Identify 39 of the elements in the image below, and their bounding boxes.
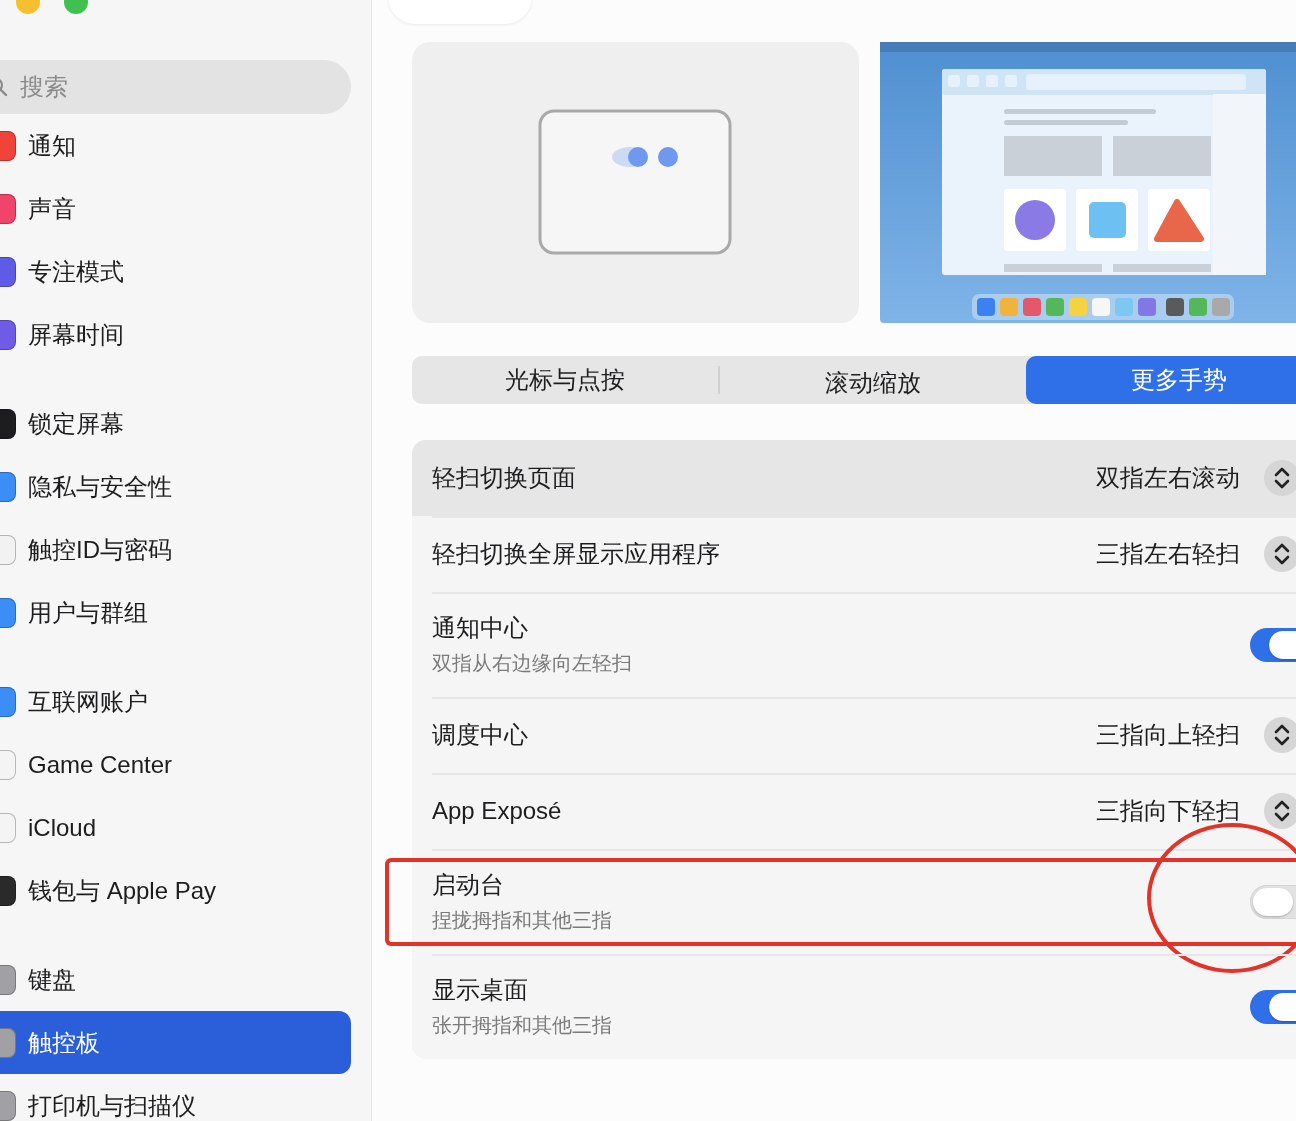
toggle-switch[interactable] xyxy=(1250,884,1296,919)
sidebar-item[interactable]: 专注模式 xyxy=(0,240,351,303)
chevron-up-down-icon xyxy=(1264,717,1296,753)
sidebar-item[interactable]: Game Center xyxy=(0,733,351,796)
sidebar-item[interactable]: 打印机与扫描仪 xyxy=(0,1074,351,1121)
setting-label: 轻扫切换全屏显示应用程序 xyxy=(432,539,720,569)
sidebar-item[interactable]: 触控ID与密码 xyxy=(0,518,351,581)
setting-label: 显示桌面 xyxy=(432,975,529,1005)
setting-description: 双指从右边缘向左轻扫 xyxy=(432,651,632,676)
gesture-select[interactable]: 双指左右滚动 xyxy=(1096,460,1296,496)
setting-description: 捏拢拇指和其他三指 xyxy=(432,908,612,933)
chevron-up-down-icon xyxy=(1264,536,1296,572)
chevron-up-down-icon xyxy=(1264,460,1296,496)
sidebar-item[interactable]: 隐私与安全性 xyxy=(0,455,351,518)
tab[interactable]: 光标与点按 xyxy=(412,356,718,404)
sidebar-item[interactable]: 钱包与 Apple Pay xyxy=(0,859,351,922)
gesture-select[interactable]: 三指向下轻扫 xyxy=(1096,793,1296,829)
sidebar-item[interactable]: iCloud xyxy=(0,796,351,859)
setting-description: 张开拇指和其他三指 xyxy=(432,1013,612,1038)
sidebar-item[interactable]: 锁定屏幕 xyxy=(0,392,351,455)
toggle-switch[interactable] xyxy=(1250,627,1296,662)
chevron-up-down-icon xyxy=(1264,793,1296,829)
toggle-switch[interactable] xyxy=(1250,989,1296,1024)
setting-label: 调度中心 xyxy=(432,720,528,750)
gesture-select[interactable]: 三指向上轻扫 xyxy=(1096,717,1296,753)
tab[interactable]: 更多手势 xyxy=(1026,356,1296,404)
sidebar-item[interactable]: 触控板 xyxy=(0,1011,351,1074)
setting-label: 轻扫切换页面 xyxy=(432,463,576,493)
search-field[interactable]: 搜索 xyxy=(0,60,351,114)
setting-label: 启动台 xyxy=(432,870,505,900)
setting-label: 通知中心 xyxy=(432,613,529,643)
sidebar-item[interactable]: 互联网账户 xyxy=(0,670,351,733)
setting-label: App Exposé xyxy=(432,797,562,825)
sidebar-item[interactable]: 通知 xyxy=(0,114,351,177)
sidebar-item[interactable]: 声音 xyxy=(0,177,351,240)
sidebar-item[interactable]: 屏幕时间 xyxy=(0,303,351,366)
sidebar-item[interactable]: 用户与群组 xyxy=(0,581,351,644)
sidebar-item[interactable]: 键盘 xyxy=(0,948,351,1011)
gesture-select[interactable]: 三指左右轻扫 xyxy=(1096,536,1296,572)
